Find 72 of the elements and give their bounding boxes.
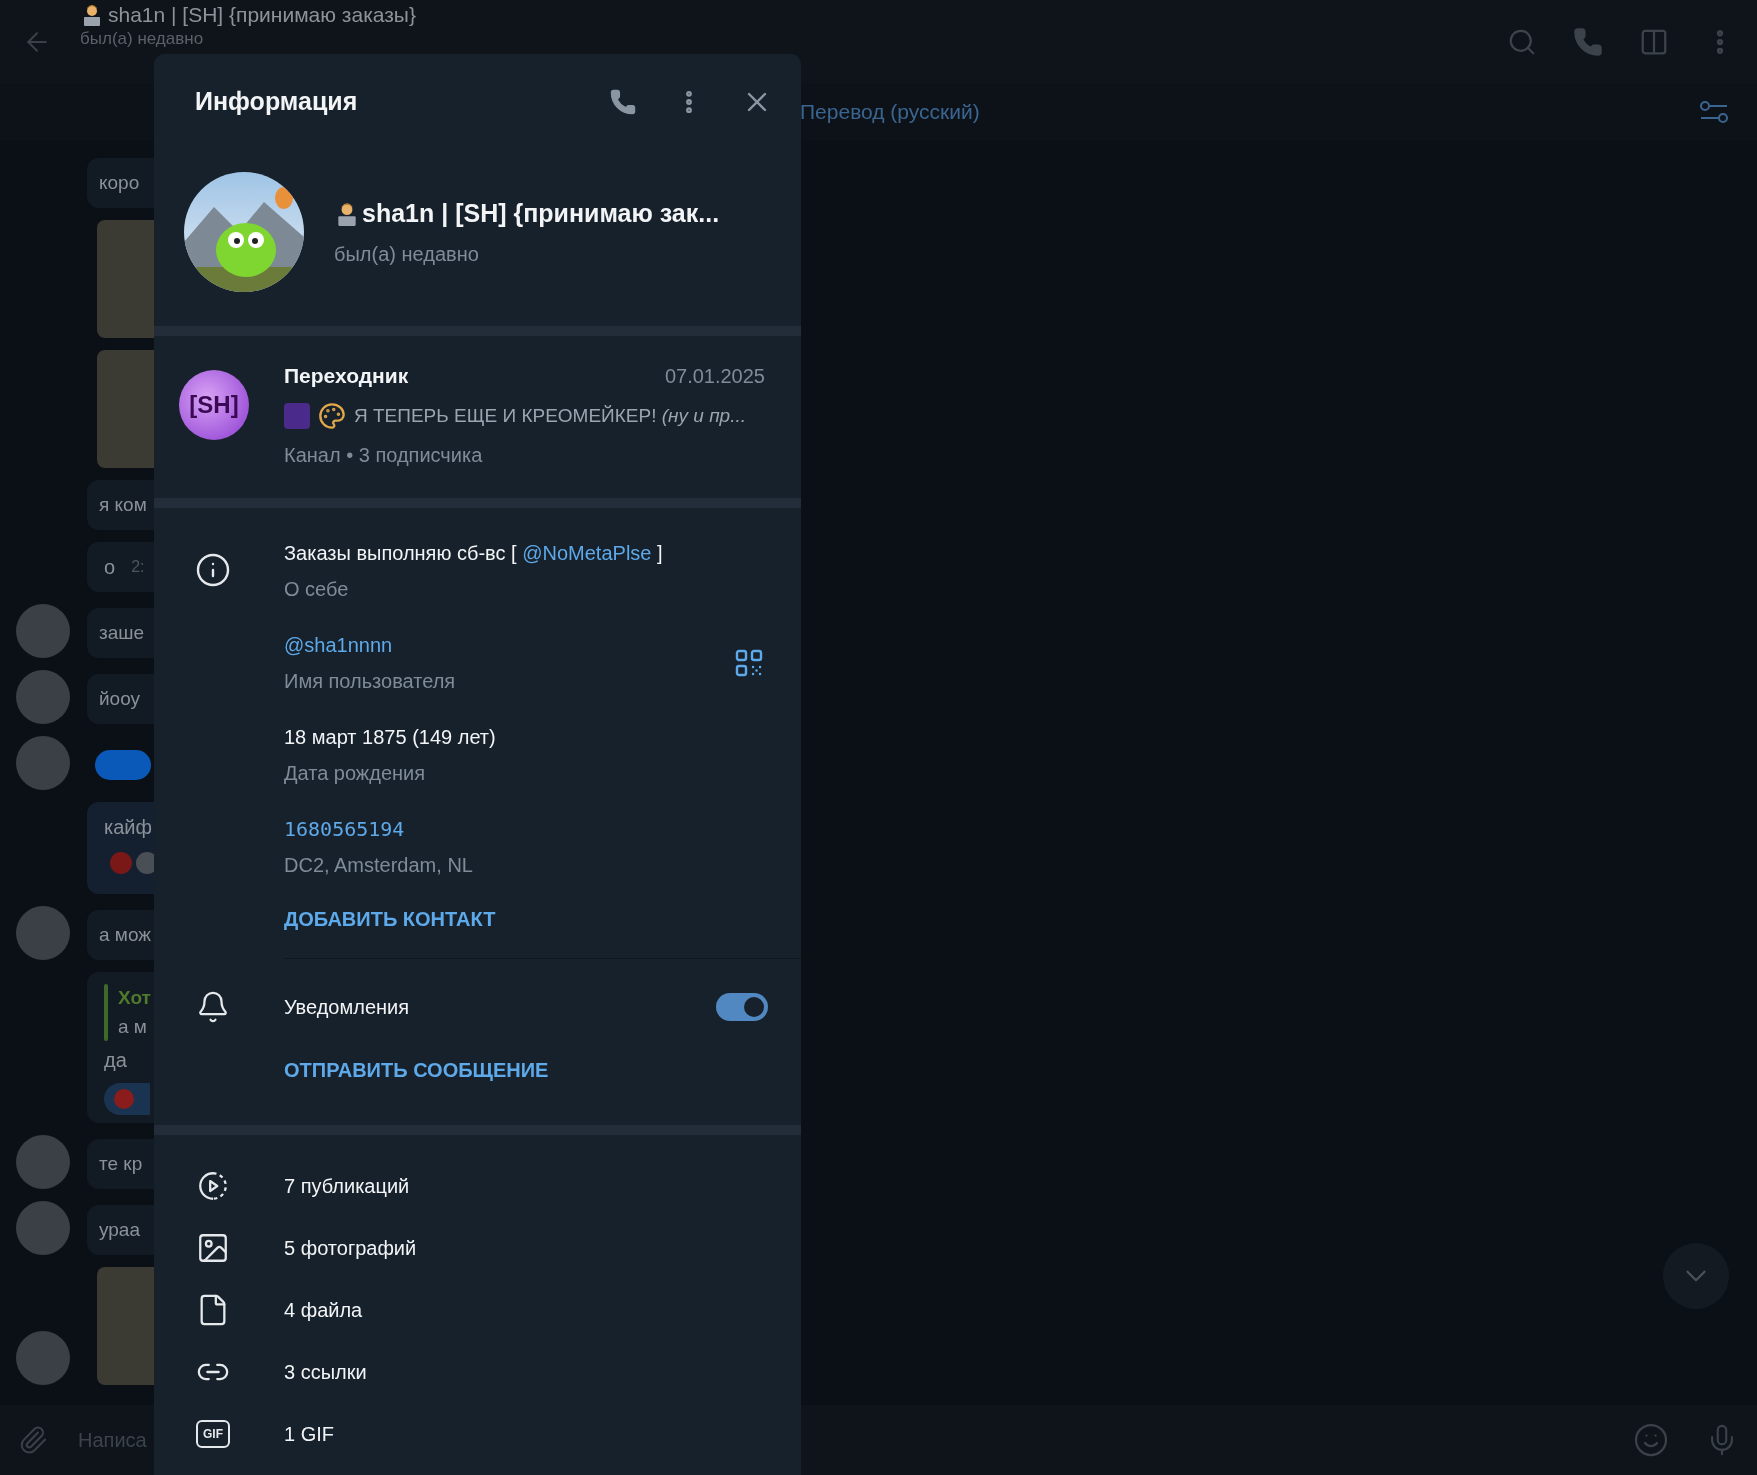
- message-text: да: [104, 1048, 128, 1073]
- channel-card[interactable]: [SH] Переходник 07.01.2025 Я ТЕПЕРЬ ЕЩЕ И КРЕОМЕЙКЕР! (ну и пр... Канал • 3 подписчика: [154, 336, 801, 498]
- message-bubble: а мож: [87, 910, 154, 960]
- channel-meta: Канал • 3 подписчика: [284, 443, 484, 468]
- emoji-icon[interactable]: [1633, 1422, 1669, 1458]
- media-count: 4 файла: [284, 1298, 363, 1323]
- media-count: 7 публикаций: [284, 1174, 410, 1199]
- about-label: О себе: [284, 577, 350, 602]
- media-row[interactable]: 3 ссылки: [154, 1341, 801, 1403]
- avatar[interactable]: [16, 1135, 70, 1189]
- heart-reaction-icon: [110, 852, 132, 874]
- notifications-label: Уведомления: [284, 995, 410, 1020]
- about-text: Заказы выполняю сб-вс [ @NoMetaPlse ]: [284, 541, 663, 566]
- avatar[interactable]: [16, 1331, 70, 1385]
- data-center-label: DC2, Amsterdam, NL: [284, 853, 473, 878]
- message-bubble: ураа: [87, 1205, 154, 1255]
- reply-text: а м: [118, 1014, 148, 1039]
- media-row[interactable]: 4 файла: [154, 1279, 801, 1341]
- image-icon: [196, 1231, 230, 1265]
- panel-title: Информация: [195, 86, 358, 118]
- avatar[interactable]: [16, 1201, 70, 1255]
- media-row[interactable]: 5 фотографий: [154, 1217, 801, 1279]
- avatar[interactable]: [16, 906, 70, 960]
- media-row[interactable]: 7 публикаций: [154, 1155, 801, 1217]
- profile-status: был(а) недавно: [334, 241, 480, 267]
- gif-icon: GIF: [196, 1420, 230, 1448]
- message-bubble: я ком: [87, 480, 154, 530]
- channel-date: 07.01.2025: [664, 363, 765, 389]
- avatar[interactable]: [16, 604, 70, 658]
- sticker-thumbnail: [284, 402, 310, 429]
- bell-icon: [196, 990, 230, 1024]
- user-id[interactable]: 1680565194: [284, 814, 473, 844]
- birthday-label: Дата рождения: [284, 761, 427, 786]
- heart-reaction-icon: [114, 1089, 134, 1109]
- avatar[interactable]: [16, 670, 70, 724]
- palette-icon: [318, 401, 346, 430]
- message-text: кайф: [104, 815, 153, 840]
- profile-name: sha1n | [SH] {принимаю зак...: [362, 198, 720, 230]
- notifications-toggle[interactable]: [716, 993, 768, 1021]
- username-label: Имя пользователя: [284, 669, 456, 694]
- reaction-pill[interactable]: [104, 1083, 150, 1115]
- attach-icon[interactable]: [18, 1425, 48, 1455]
- message-bubble: коро: [87, 158, 154, 208]
- avatar[interactable]: [16, 736, 70, 790]
- message-text: о: [104, 555, 116, 580]
- info-icon: [195, 552, 231, 588]
- media-count: 1 GIF: [284, 1422, 334, 1447]
- send-message-button[interactable]: ОТПРАВИТЬ СООБЩЕНИЕ: [284, 1055, 549, 1085]
- filter-icon[interactable]: [1699, 99, 1729, 125]
- message-time: 2:: [131, 557, 145, 577]
- username-link[interactable]: @sha1nnnn: [284, 630, 456, 660]
- media-count: 5 фотографий: [284, 1236, 417, 1261]
- chat-status: был(а) недавно: [80, 28, 205, 50]
- chat-title: sha1n | [SH] {принимаю заказы}: [108, 2, 416, 28]
- message-bubble: те кр: [87, 1139, 154, 1189]
- mention-link[interactable]: @NoMetaPlse: [522, 542, 652, 564]
- channel-logo: [SH]: [179, 370, 249, 440]
- side-panel-icon[interactable]: [1639, 27, 1669, 57]
- media-count: 3 ссылки: [284, 1360, 367, 1385]
- media-row[interactable]: GIF 1 GIF: [154, 1403, 801, 1465]
- sticker: [95, 750, 151, 780]
- message-bubble: йооу: [87, 674, 154, 724]
- channel-name: Переходник: [284, 363, 409, 389]
- search-icon[interactable]: [1507, 27, 1537, 57]
- birthday-value: 18 март 1875 (149 лет): [284, 725, 496, 750]
- phone-icon[interactable]: [609, 88, 637, 116]
- play-circle-icon: [196, 1169, 230, 1203]
- qr-code-icon[interactable]: [735, 649, 763, 677]
- channel-preview: Я ТЕПЕРЬ ЕЩЕ И КРЕОМЕЙКЕР! (ну и пр...: [354, 403, 746, 428]
- reply-author: Хот: [118, 986, 151, 1010]
- message-bubble: заше: [87, 608, 154, 658]
- add-contact-button[interactable]: ДОБАВИТЬ КОНТАКТ: [284, 904, 496, 934]
